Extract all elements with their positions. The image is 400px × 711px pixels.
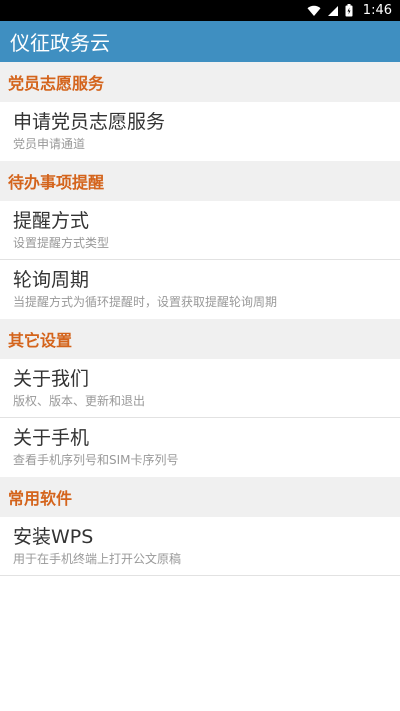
item-subtitle: 版权、版本、更新和退出 bbox=[13, 394, 146, 408]
list-item-about-us[interactable]: 关于我们 版权、版本、更新和退出 bbox=[0, 359, 400, 418]
section-title: 待办事项提醒 bbox=[8, 173, 105, 192]
item-title: 安装WPS bbox=[13, 526, 94, 548]
list-item-install-wps[interactable]: 安装WPS 用于在手机终端上打开公文原稿 bbox=[0, 517, 400, 576]
signal-icon bbox=[327, 5, 339, 17]
item-title: 提醒方式 bbox=[13, 210, 90, 232]
battery-icon bbox=[345, 4, 353, 17]
item-title: 申请党员志愿服务 bbox=[13, 111, 166, 133]
app-title: 仪征政务云 bbox=[10, 31, 110, 55]
status-time: 1:46 bbox=[362, 3, 392, 18]
settings-list: 党员志愿服务 申请党员志愿服务 党员申请通道 待办事项提醒 提醒方式 设置提醒方… bbox=[0, 62, 400, 576]
list-item-about-phone[interactable]: 关于手机 查看手机序列号和SIM卡序列号 bbox=[0, 418, 400, 477]
item-subtitle: 设置提醒方式类型 bbox=[13, 236, 110, 250]
list-item-reminder-method[interactable]: 提醒方式 设置提醒方式类型 bbox=[0, 201, 400, 260]
section-header-volunteer: 党员志愿服务 bbox=[0, 62, 400, 102]
section-title: 党员志愿服务 bbox=[8, 74, 105, 93]
section-header-software: 常用软件 bbox=[0, 477, 400, 517]
section-header-reminders: 待办事项提醒 bbox=[0, 161, 400, 201]
item-subtitle: 当提醒方式为循环提醒时，设置获取提醒轮询周期 bbox=[13, 295, 278, 309]
item-title: 关于我们 bbox=[13, 368, 90, 390]
list-item-polling-period[interactable]: 轮询周期 当提醒方式为循环提醒时，设置获取提醒轮询周期 bbox=[0, 260, 400, 319]
app-bar: 仪征政务云 bbox=[0, 21, 400, 62]
item-title: 关于手机 bbox=[13, 427, 90, 449]
list-item-apply-volunteer[interactable]: 申请党员志愿服务 党员申请通道 bbox=[0, 102, 400, 161]
section-header-other: 其它设置 bbox=[0, 319, 400, 359]
wifi-icon bbox=[307, 5, 321, 17]
section-title: 其它设置 bbox=[8, 331, 73, 350]
item-subtitle: 党员申请通道 bbox=[13, 137, 86, 151]
section-title: 常用软件 bbox=[8, 489, 73, 508]
item-subtitle: 用于在手机终端上打开公文原稿 bbox=[13, 552, 182, 566]
status-bar: 1:46 bbox=[0, 0, 400, 21]
item-subtitle: 查看手机序列号和SIM卡序列号 bbox=[13, 453, 179, 467]
item-title: 轮询周期 bbox=[13, 269, 90, 291]
